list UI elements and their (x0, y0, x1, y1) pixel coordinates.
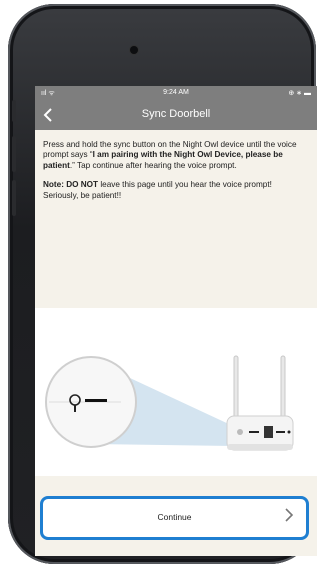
battery-icon: ⊕ ∗ ▬ (288, 90, 311, 97)
chevron-right-icon (284, 507, 294, 528)
instruction-paragraph: Press and hold the sync button on the Ni… (43, 140, 309, 171)
volume-up-button (12, 136, 16, 172)
status-bar: ııl ᯤ 9:24 AM ⊕ ∗ ▬ (35, 86, 317, 100)
instruction-text-part: .” Tap continue after hearing the voice … (69, 160, 237, 170)
page-title: Sync Doorbell (141, 108, 211, 120)
nav-bar: Sync Doorbell (35, 100, 317, 130)
status-time: 9:24 AM (163, 89, 189, 96)
app-screen: ııl ᯤ 9:24 AM ⊕ ∗ ▬ Sync Doorbell Press … (35, 86, 317, 556)
continue-label: Continue (157, 512, 192, 522)
mute-switch (12, 100, 16, 122)
router-sync-button-image (45, 355, 294, 451)
note-label: Note: DO NOT (43, 180, 99, 190)
continue-button[interactable]: Continue (40, 496, 309, 540)
front-camera (130, 46, 138, 54)
volume-down-button (12, 180, 16, 216)
note-paragraph: Note: DO NOT leave this page until you h… (43, 180, 309, 201)
app-header: ııl ᯤ 9:24 AM ⊕ ∗ ▬ Sync Doorbell (35, 86, 317, 130)
instructions-text: Press and hold the sync button on the Ni… (35, 130, 317, 201)
device-illustration (35, 308, 317, 476)
